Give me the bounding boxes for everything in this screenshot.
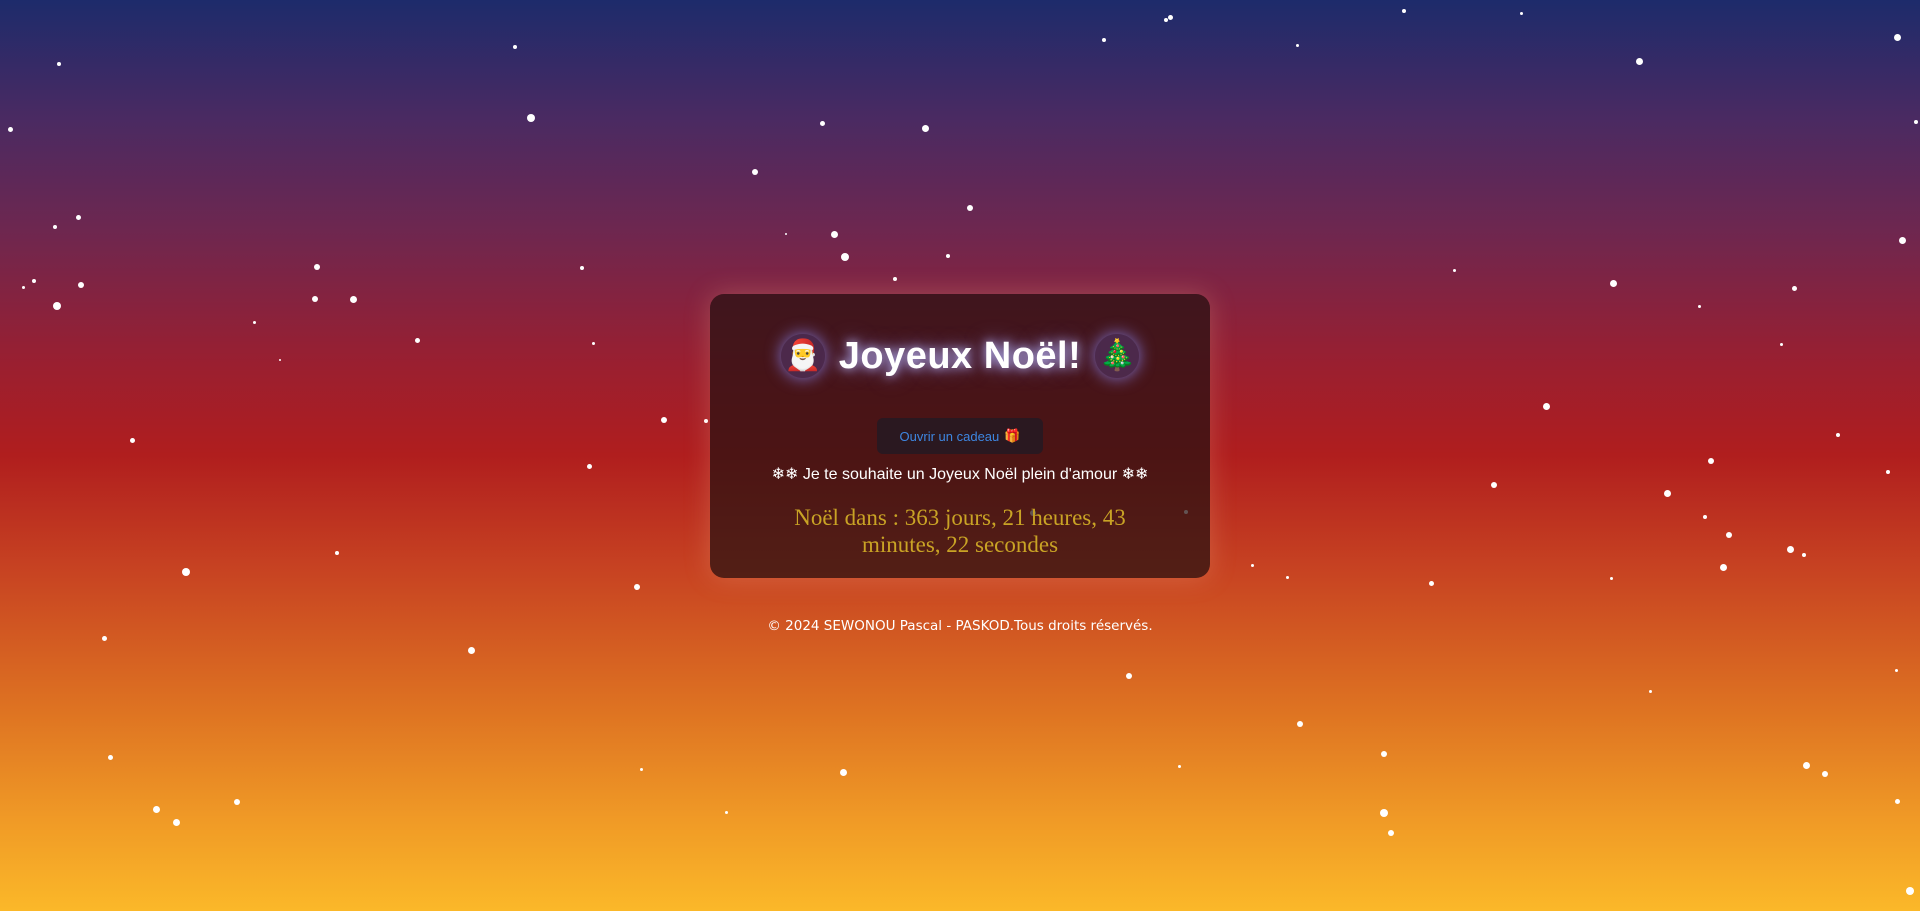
snowflake (32, 279, 36, 283)
open-gift-button[interactable]: Ouvrir un cadeau 🎁 (877, 418, 1043, 454)
snowflake (1914, 120, 1918, 124)
snowflake (639, 767, 643, 771)
snowflake (314, 264, 320, 270)
snowflake (1609, 576, 1613, 580)
snowflake (1802, 553, 1806, 557)
snowflake (335, 551, 339, 555)
snowflake (1491, 482, 1497, 488)
snowflake (1726, 532, 1732, 538)
open-gift-label: Ouvrir un cadeau (899, 428, 1000, 444)
snowflake (1708, 458, 1714, 464)
snowflake (312, 296, 318, 302)
snowflake (634, 584, 640, 590)
snowflake (1126, 673, 1132, 679)
snowflake (53, 225, 57, 229)
snowflake (252, 320, 256, 324)
snowflake (414, 337, 420, 343)
christmas-tree-icon: 🎄 (1095, 334, 1140, 378)
copyright-footer: © 2024 SEWONOU Pascal - PASKOD.Tous droi… (767, 618, 1153, 634)
snowflake (1167, 14, 1173, 20)
santa-icon: 🎅 (780, 334, 825, 378)
snowflake (1663, 489, 1671, 497)
snowflake (1697, 304, 1701, 308)
snowflake (1388, 830, 1394, 836)
snowflake (785, 233, 787, 235)
snowflake (1836, 433, 1840, 437)
snowflake (53, 302, 61, 310)
snowflake (1609, 279, 1617, 287)
snowflake (1906, 887, 1914, 895)
snowflake (704, 419, 708, 423)
gift-icon: 🎁 (1004, 428, 1021, 443)
snowflake (1894, 668, 1898, 672)
snowflake (1779, 342, 1783, 346)
snowflake (1102, 38, 1106, 42)
snowflake (1452, 268, 1456, 272)
snowflake (527, 114, 535, 122)
snowflake (279, 359, 281, 361)
snowflake (1802, 761, 1810, 769)
snowflake (1786, 545, 1794, 553)
snowflake (967, 205, 973, 211)
snowflake (819, 120, 825, 126)
snowflake (1791, 285, 1797, 291)
santa-emoji: 🎅 (784, 339, 822, 372)
title-row: 🎅 Joyeux Noël! 🎄 (710, 328, 1210, 384)
snowflake (1381, 751, 1387, 757)
snowflake (724, 810, 728, 814)
snowflake (349, 295, 357, 303)
snowflake (467, 646, 475, 654)
snowflake (1886, 470, 1890, 474)
snowflake (78, 282, 84, 288)
snowflake (1295, 43, 1299, 47)
snowflake (1250, 563, 1254, 567)
snowflake (1164, 18, 1168, 22)
snowflake (752, 169, 758, 175)
snowflake (7, 126, 13, 132)
page-title: Joyeux Noël! (838, 334, 1082, 377)
snowflake (830, 230, 838, 238)
snowflake (946, 254, 950, 258)
greeting-card: 🎅 Joyeux Noël! 🎄 Ouvrir un cadeau 🎁 ❄❄ J… (710, 294, 1210, 578)
snowflake (1297, 721, 1303, 727)
snowflake (1648, 689, 1652, 693)
snowflake (101, 635, 107, 641)
snowflake (182, 568, 190, 576)
snowflake (1898, 236, 1906, 244)
snowflake (1402, 9, 1406, 13)
snowflake (1285, 575, 1289, 579)
christmas-countdown: Noël dans : 363 jours, 21 heures, 43 min… (794, 505, 1126, 557)
snowflake (1703, 515, 1707, 519)
snowflake (661, 417, 667, 423)
snowflake (1519, 11, 1523, 15)
snowflake (586, 463, 592, 469)
snowflake (57, 62, 61, 66)
snowflake (1542, 402, 1550, 410)
snowflake (580, 266, 584, 270)
snowflake (921, 124, 929, 132)
snowflake (1635, 57, 1643, 65)
snowflake (591, 341, 595, 345)
snowflake (1428, 580, 1434, 586)
snowflake (1894, 798, 1900, 804)
snowflake (839, 768, 847, 776)
snowflake (21, 285, 25, 289)
snowflake (1719, 563, 1727, 571)
christmas-message: ❄❄ Je te souhaite un Joyeux Noël plein d… (771, 466, 1149, 483)
snowflake (893, 277, 897, 281)
snowflake (234, 799, 240, 805)
snowflake (152, 805, 160, 813)
tree-emoji: 🎄 (1098, 339, 1136, 372)
snowflake (129, 437, 135, 443)
snowflake (1177, 764, 1181, 768)
snowflake (107, 754, 113, 760)
snowflake (172, 818, 180, 826)
snowflake (75, 214, 81, 220)
snowflake (1380, 809, 1388, 817)
snowflake (513, 45, 517, 49)
snowflake (841, 253, 849, 261)
snowflake (1822, 771, 1828, 777)
snowflake (1893, 33, 1901, 41)
